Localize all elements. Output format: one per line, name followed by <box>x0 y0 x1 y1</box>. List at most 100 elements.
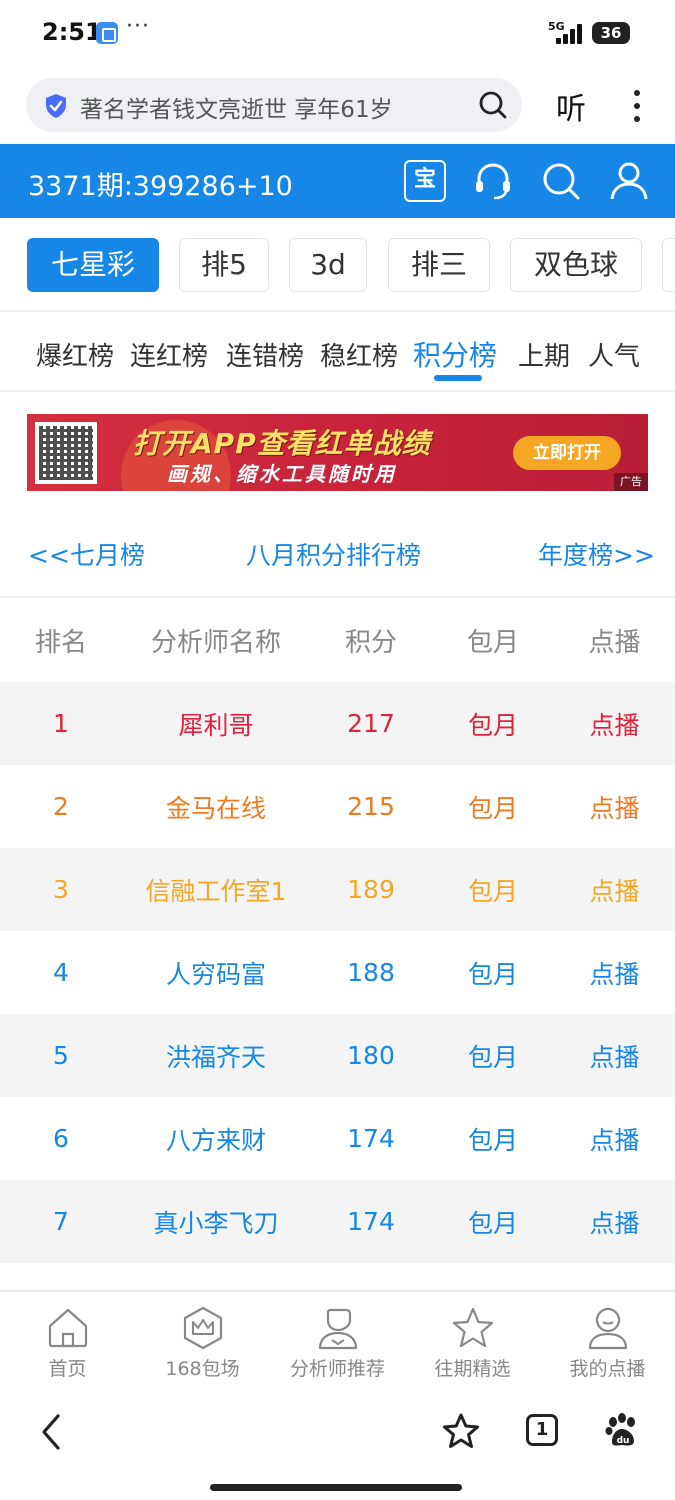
monthly-link[interactable]: 包月 <box>432 682 554 765</box>
tab-qixingcai[interactable]: 七星彩 <box>27 238 159 292</box>
address-text: 著名学者钱文亮逝世 享年61岁 <box>80 97 393 123</box>
tab-wenhong[interactable]: 稳红榜 <box>320 336 398 373</box>
tab-liancuo[interactable]: 连错榜 <box>226 336 304 373</box>
status-time: 2:51 <box>42 18 102 46</box>
tab-3d[interactable]: 3d <box>289 238 367 292</box>
score-cell: 217 <box>347 709 395 738</box>
tab-baohong[interactable]: 爆红榜 <box>36 336 114 373</box>
home-indicator <box>210 1484 462 1491</box>
on-demand-link[interactable]: 点播 <box>554 1014 675 1097</box>
divider <box>0 390 675 392</box>
table-row[interactable]: 7 真小李飞刀 174 包月 点播 <box>0 1180 675 1263</box>
star-icon <box>452 1307 493 1348</box>
ad-open-button[interactable]: 立即打开 <box>513 436 621 470</box>
active-tab-indicator <box>434 375 482 381</box>
nav-past-picks[interactable]: 往期精选 <box>405 1306 540 1386</box>
tab-pai5[interactable]: 排5 <box>179 238 269 292</box>
tab-shuangseqiu[interactable]: 双色球 <box>510 238 642 292</box>
header-analyst-name: 分析师名称 <box>150 627 281 658</box>
divider <box>0 310 675 312</box>
qr-code-icon <box>35 422 97 484</box>
table-row[interactable]: 2 金马在线 215 包月 点播 <box>0 765 675 848</box>
on-demand-link[interactable]: 点播 <box>554 848 675 931</box>
header-score: 积分 <box>344 627 397 658</box>
analyst-name-link[interactable]: 洪福齐天 <box>122 1014 310 1097</box>
status-bar: 2:51 ··· 5G 36 <box>0 0 675 66</box>
issue-result: 3371期:399286+10 <box>28 171 293 202</box>
analyst-name-link[interactable]: 人穷码富 <box>122 931 310 1014</box>
ad-banner[interactable]: 打开APP查看红单战绩 画规、缩水工具随时用 立即打开 广告 <box>27 414 648 491</box>
user-icon[interactable] <box>608 160 650 202</box>
annual-ranking-link[interactable]: 年度榜>> <box>538 536 655 572</box>
rank-cell: 3 <box>53 875 69 904</box>
bottom-navigation: 首页 168包场 分析师推荐 往期精选 我的点播 <box>0 1290 675 1390</box>
nav-label: 分析师推荐 <box>289 1358 385 1380</box>
monthly-link[interactable]: 包月 <box>432 848 554 931</box>
lottery-tabs: 七星彩 排5 3d 排三 双色球 <box>0 238 675 294</box>
signal-icon <box>556 22 586 44</box>
nav-my-on-demand[interactable]: 我的点播 <box>540 1306 675 1386</box>
on-demand-link[interactable]: 点播 <box>554 1180 675 1263</box>
score-cell: 215 <box>347 792 395 821</box>
ad-tag: 广告 <box>614 473 648 491</box>
table-row[interactable]: 6 八方来财 174 包月 点播 <box>0 1097 675 1180</box>
rank-cell: 2 <box>53 792 69 821</box>
header-on-demand: 点播 <box>588 627 641 658</box>
nav-home[interactable]: 首页 <box>0 1306 135 1386</box>
analyst-name-link[interactable]: 金马在线 <box>122 765 310 848</box>
rank-cell: 1 <box>53 709 69 738</box>
table-header: 排名 分析师名称 积分 包月 点播 <box>0 598 675 682</box>
nav-168-venue[interactable]: 168包场 <box>135 1306 270 1386</box>
prev-month-link[interactable]: <<七月榜 <box>28 536 145 572</box>
table-row[interactable]: 3 信融工作室1 189 包月 点播 <box>0 848 675 931</box>
tab-renqi[interactable]: 人气 <box>588 336 640 373</box>
nav-label: 168包场 <box>165 1358 240 1380</box>
more-notifications-icon: ··· <box>126 14 150 39</box>
search-icon[interactable] <box>540 160 582 202</box>
search-icon[interactable] <box>478 90 508 120</box>
on-demand-link[interactable]: 点播 <box>554 682 675 765</box>
baidu-paw-icon[interactable]: du <box>604 1412 640 1448</box>
monthly-link[interactable]: 包月 <box>432 1180 554 1263</box>
score-cell: 174 <box>347 1207 395 1236</box>
month-navigation: <<七月榜 八月积分排行榜 年度榜>> <box>0 536 675 576</box>
on-demand-link[interactable]: 点播 <box>554 1097 675 1180</box>
analyst-name-link[interactable]: 信融工作室1 <box>122 848 310 931</box>
analyst-name-link[interactable]: 犀利哥 <box>122 682 310 765</box>
home-icon <box>48 1308 87 1348</box>
tab-shangqi[interactable]: 上期 <box>518 336 570 373</box>
crown-icon <box>183 1306 222 1350</box>
tab-count-button[interactable]: 1 <box>526 1414 558 1446</box>
rank-cell: 6 <box>53 1124 69 1153</box>
battery-icon: 36 <box>592 22 630 44</box>
monthly-link[interactable]: 包月 <box>432 931 554 1014</box>
bookmark-star-icon[interactable] <box>442 1412 480 1450</box>
on-demand-link[interactable]: 点播 <box>554 765 675 848</box>
tab-overflow[interactable] <box>662 238 675 292</box>
header-rank: 排名 <box>34 627 87 658</box>
analyst-name-link[interactable]: 八方来财 <box>122 1097 310 1180</box>
monthly-link[interactable]: 包月 <box>432 1014 554 1097</box>
address-bar[interactable]: 著名学者钱文亮逝世 享年61岁 <box>26 78 522 132</box>
back-icon[interactable] <box>36 1412 66 1452</box>
svg-text:du: du <box>617 1436 630 1446</box>
listen-button[interactable]: 听 <box>556 84 586 128</box>
more-menu-icon[interactable] <box>624 86 650 126</box>
shield-icon <box>46 94 66 118</box>
tab-lianhong[interactable]: 连红榜 <box>130 336 208 373</box>
tab-jifen[interactable]: 积分榜 <box>413 334 497 374</box>
customer-service-icon[interactable] <box>472 160 514 202</box>
table-row[interactable]: 1 犀利哥 217 包月 点播 <box>0 682 675 765</box>
bao-icon[interactable]: 宝 <box>404 160 446 202</box>
monthly-link[interactable]: 包月 <box>432 765 554 848</box>
tab-paisan[interactable]: 排三 <box>388 238 490 292</box>
rank-cell: 7 <box>53 1207 69 1236</box>
app-notification-icon <box>96 22 118 44</box>
monthly-link[interactable]: 包月 <box>432 1097 554 1180</box>
nav-analyst-recommend[interactable]: 分析师推荐 <box>270 1306 405 1386</box>
on-demand-link[interactable]: 点播 <box>554 931 675 1014</box>
table-row[interactable]: 4 人穷码富 188 包月 点播 <box>0 931 675 1014</box>
analyst-name-link[interactable]: 真小李飞刀 <box>122 1180 310 1263</box>
nav-label: 往期精选 <box>434 1358 511 1380</box>
table-row[interactable]: 5 洪福齐天 180 包月 点播 <box>0 1014 675 1097</box>
